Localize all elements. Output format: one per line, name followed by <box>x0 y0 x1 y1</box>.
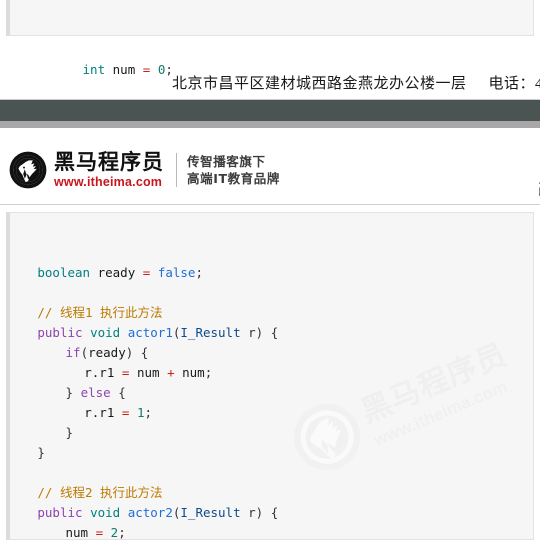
brand-text: 黑马程序员 www.itheima.com <box>54 149 164 189</box>
code-token: public <box>37 505 83 520</box>
brand-url: www.itheima.com <box>54 174 163 189</box>
code-token: r) { <box>240 505 279 520</box>
code-token: } <box>37 445 45 460</box>
code-token: num <box>136 365 160 380</box>
code-token: ; <box>118 525 126 540</box>
brand-logo: 黑马程序员 www.itheima.com 传智播客旗下 高端IT教育品牌 <box>8 150 280 190</box>
footer-address-text: 北京市昌平区建材城西路金燕龙办公楼一层 <box>172 76 467 92</box>
document-page: int num = 0; 北京市昌平区建材城西路金燕龙办公楼一层 电话：400-6… <box>0 0 540 551</box>
code-token: ; <box>144 405 153 420</box>
code-line: num = 2; <box>28 523 533 540</box>
page-separator-gray-band <box>0 121 540 128</box>
code-token: ready <box>97 265 136 280</box>
code-line: } <box>28 443 533 463</box>
code-token: actor1 <box>127 325 173 340</box>
footer-address-line: 北京市昌平区建材城西路金燕龙办公楼一层 电话：400-618 <box>0 72 540 93</box>
code-line: public void actor2(I_Result r) { <box>28 503 533 523</box>
code-token: if <box>65 345 81 360</box>
code-token: r.r1 <box>84 365 115 380</box>
brand-tagline-line1: 传智播客旗下 <box>187 154 266 169</box>
code-line: if(ready) { <box>28 343 533 363</box>
code-line: public void actor1(I_Result r) { <box>28 323 533 343</box>
code-token: else <box>80 385 111 400</box>
footer-phone-text: 电话：400-618 <box>488 76 540 92</box>
code-token: r) { <box>240 325 279 340</box>
code-token: I_Result <box>180 325 241 340</box>
code-token: actor2 <box>127 505 173 520</box>
code-token: void <box>90 325 121 340</box>
code-token: // 线程2 执行此方法 <box>37 485 163 500</box>
code-token: ready <box>88 345 126 360</box>
code-token: void <box>90 505 121 520</box>
code-line: // 线程2 执行此方法 <box>28 483 533 503</box>
code-token: public <box>37 325 83 340</box>
brand-tagline: 传智播客旗下 高端IT教育品牌 <box>187 153 280 187</box>
brand-name-cn: 黑马程序员 <box>54 149 164 174</box>
code-token: I_Result <box>180 505 241 520</box>
code-token: ) { <box>125 345 149 360</box>
code-token: } <box>65 425 74 440</box>
code-line: // 线程1 执行此方法 <box>28 303 533 323</box>
code-line: r.r1 = 1; <box>28 403 533 423</box>
brand-divider <box>176 153 177 187</box>
code-token: num <box>182 365 205 380</box>
code-token: ; <box>204 365 213 380</box>
code-token: num <box>65 525 89 540</box>
page-separator-dark-band <box>0 99 540 122</box>
code-line: int num = 0; <box>28 40 533 77</box>
code-token: + <box>167 365 175 380</box>
code-block-top: int num = 0; <box>6 0 534 77</box>
page-header: 黑马程序员 www.itheima.com 传智播客旗下 高端IT教育品牌 改 <box>0 128 540 205</box>
code-token: boolean <box>37 265 91 280</box>
code-token: ; <box>195 265 203 280</box>
code-line: } else { <box>28 383 533 403</box>
code-token: // 线程1 执行此方法 <box>37 305 163 320</box>
code-token: false <box>157 265 196 280</box>
code-line: r.r1 = num + num; <box>28 363 533 383</box>
code-line: boolean ready = false; <box>28 263 533 283</box>
code-lines-container: boolean ready = false; // 线程1 执行此方法 publi… <box>28 263 533 540</box>
code-token: = <box>95 525 104 540</box>
code-token: r.r1 <box>84 405 115 420</box>
code-block-main: boolean ready = false; // 线程1 执行此方法 publi… <box>6 212 534 540</box>
horse-logo-icon <box>9 151 47 189</box>
code-token: { <box>110 385 126 400</box>
code-token: ( <box>80 345 89 360</box>
code-token: } <box>65 385 81 400</box>
code-line: } <box>28 423 533 443</box>
brand-tagline-line2: 高端IT教育品牌 <box>187 171 280 186</box>
